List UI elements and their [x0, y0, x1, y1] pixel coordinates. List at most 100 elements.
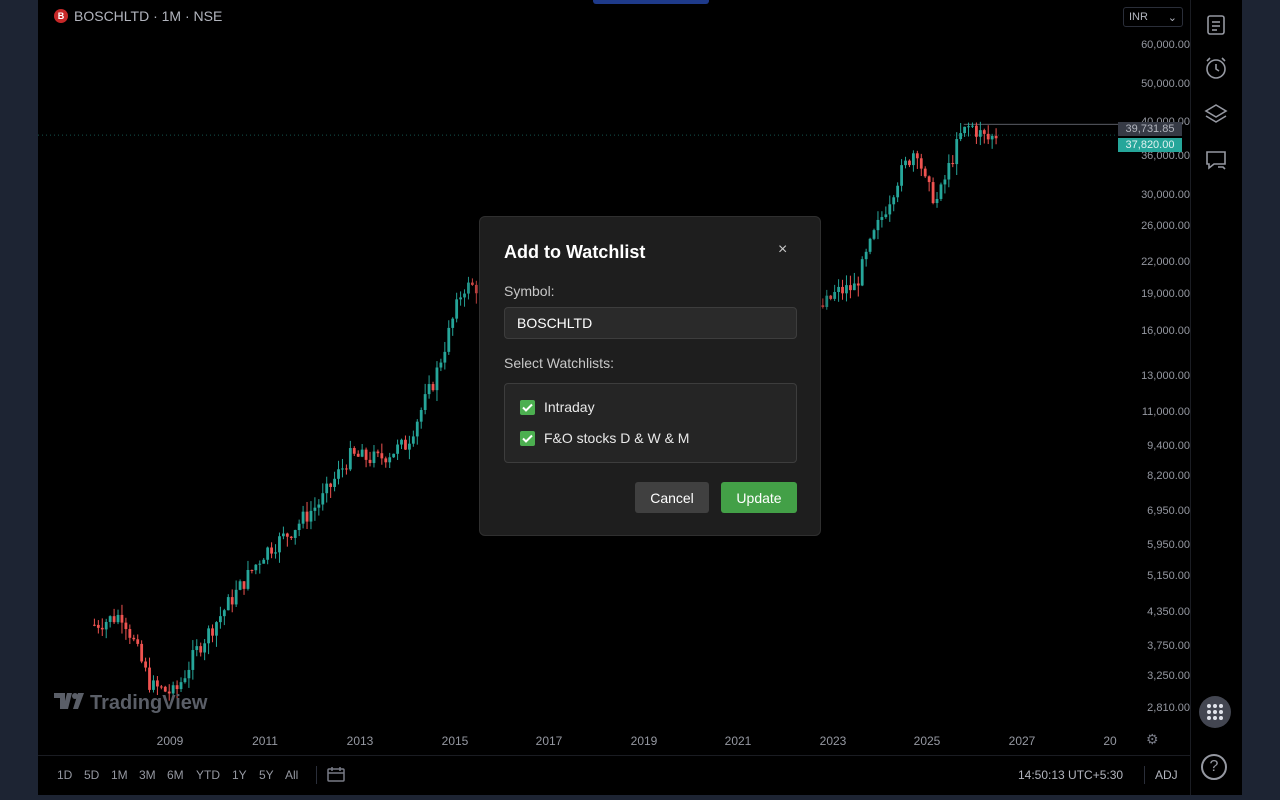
candle — [120, 604, 124, 634]
range-button-1m[interactable]: 1M — [111, 768, 128, 782]
candle — [927, 175, 931, 192]
candle — [868, 237, 872, 255]
candle — [892, 195, 896, 212]
watchlist-option-intraday[interactable]: Intraday — [520, 399, 595, 415]
candle — [400, 438, 403, 450]
candle — [226, 594, 230, 611]
candle — [943, 174, 947, 194]
candle — [104, 618, 108, 639]
price-axis[interactable]: 60,000.0050,000.0040,000.0036,000.0030,0… — [1118, 0, 1198, 755]
clock-timezone[interactable]: 14:50:13 UTC+5:30 — [1018, 768, 1123, 782]
candle — [923, 166, 927, 178]
price-tick-label: 5,150.00 — [1147, 570, 1190, 582]
candle — [195, 639, 199, 657]
close-icon[interactable]: × — [778, 241, 787, 259]
checkbox-checked-icon[interactable] — [520, 399, 535, 415]
candle — [845, 275, 848, 302]
price-tick-label: 60,000.00 — [1141, 39, 1190, 51]
currency-select[interactable]: INR ⌄ — [1123, 7, 1183, 27]
apps-grid-icon[interactable] — [1199, 696, 1231, 728]
range-button-1d[interactable]: 1D — [57, 768, 72, 782]
candle — [931, 177, 935, 205]
price-tick-label: 50,000.00 — [1141, 78, 1190, 90]
candle — [356, 450, 360, 457]
candle — [317, 499, 321, 516]
candle — [313, 497, 317, 521]
update-button[interactable]: Update — [721, 482, 797, 513]
candle — [148, 657, 151, 693]
adj-toggle[interactable]: ADJ — [1155, 768, 1178, 782]
candle — [266, 546, 270, 565]
candle — [285, 532, 289, 547]
chat-icon[interactable] — [1203, 147, 1229, 173]
price-tick-label: 19,000.00 — [1141, 288, 1190, 300]
add-to-watchlist-dialog: Add to Watchlist × Symbol: Select Watchl… — [479, 216, 821, 536]
range-button-3m[interactable]: 3M — [139, 768, 156, 782]
tradingview-app: B BOSCHLTD · 1M · NSE TradingView 60,000… — [38, 0, 1242, 795]
price-tick-label: 3,250.00 — [1147, 670, 1190, 682]
range-button-5d[interactable]: 5D — [84, 768, 99, 782]
candle — [447, 320, 451, 355]
currency-value: INR — [1129, 11, 1148, 23]
candle — [884, 206, 888, 219]
candle — [833, 284, 837, 302]
price-tick-label: 9,400.00 — [1147, 440, 1190, 452]
candle — [152, 675, 155, 693]
candle — [301, 505, 305, 529]
price-tick-label: 2,810.00 — [1147, 702, 1190, 714]
top-indicator-band — [593, 0, 709, 4]
symbol-title[interactable]: BOSCHLTD · 1M · NSE — [74, 8, 222, 24]
range-button-ytd[interactable]: YTD — [196, 768, 220, 782]
range-button-all[interactable]: All — [285, 768, 298, 782]
cancel-button[interactable]: Cancel — [635, 482, 709, 513]
candle — [112, 608, 116, 624]
candle — [864, 248, 868, 267]
candle — [451, 317, 455, 336]
range-button-1y[interactable]: 1Y — [232, 768, 247, 782]
candle — [211, 624, 214, 643]
candle — [360, 444, 364, 458]
candle — [825, 289, 829, 310]
candle — [258, 560, 262, 574]
candle — [116, 609, 120, 625]
bottom-toolbar: 1D 5D 1M 3M 6M YTD 1Y 5Y All 14:50:13 UTC+5:30 A… — [38, 755, 1198, 795]
candle — [246, 560, 250, 591]
candle — [935, 192, 939, 208]
calendar-goto-icon[interactable] — [327, 766, 345, 785]
candle — [872, 228, 876, 241]
candle — [136, 634, 140, 647]
chart-settings-gear-icon[interactable]: ⚙ — [1146, 731, 1159, 748]
layers-icon[interactable] — [1203, 101, 1229, 127]
watchlist-option-fno[interactable]: F&O stocks D & W & M — [520, 430, 689, 446]
symbol-input[interactable] — [504, 307, 797, 339]
price-tick-label: 22,000.00 — [1141, 256, 1190, 268]
price-tick-label: 4,350.00 — [1147, 606, 1190, 618]
time-tick-label: 2023 — [819, 734, 847, 748]
time-tick-label: 2017 — [535, 734, 563, 748]
range-button-5y[interactable]: 5Y — [259, 768, 274, 782]
watchlist-icon[interactable] — [1203, 12, 1229, 38]
candle — [978, 121, 982, 146]
candle — [321, 483, 325, 511]
candle — [912, 150, 915, 172]
candle — [837, 279, 840, 302]
candle — [333, 471, 336, 492]
help-icon[interactable]: ? — [1201, 754, 1227, 780]
candle — [415, 419, 419, 445]
right-toolbar: ? — [1190, 0, 1242, 795]
candle — [384, 456, 388, 468]
range-button-6m[interactable]: 6M — [167, 768, 184, 782]
candle — [364, 447, 368, 468]
price-tick-label: 26,000.00 — [1141, 220, 1190, 232]
candle — [199, 642, 203, 657]
alert-clock-icon[interactable] — [1203, 55, 1229, 81]
symbol-header[interactable]: B BOSCHLTD · 1M · NSE — [54, 8, 222, 24]
candle — [325, 476, 329, 503]
candle — [372, 445, 376, 468]
checkbox-checked-icon[interactable] — [520, 430, 535, 446]
candle — [368, 451, 372, 467]
candle — [856, 276, 860, 297]
candle — [179, 677, 183, 692]
candle — [459, 291, 462, 306]
candle — [896, 182, 900, 203]
